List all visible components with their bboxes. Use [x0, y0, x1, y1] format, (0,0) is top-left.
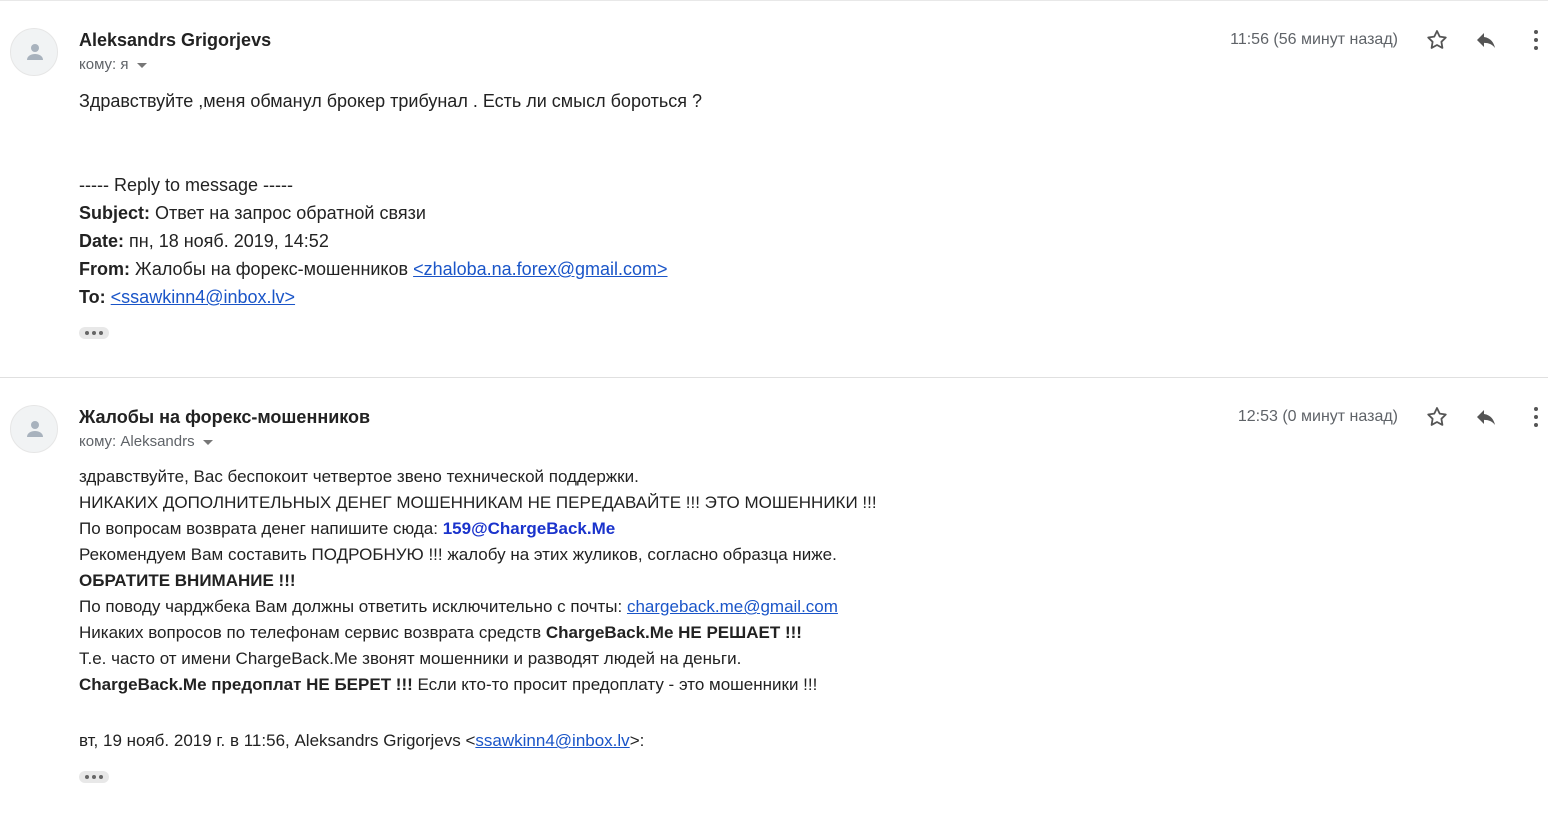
avatar[interactable]: [10, 28, 58, 76]
chargeback-gmail-link[interactable]: chargeback.me@gmail.com: [627, 597, 838, 616]
reply-button[interactable]: [1472, 403, 1500, 431]
caret-down-icon: [202, 439, 213, 445]
ellipsis-icon: [85, 331, 89, 335]
more-options-button[interactable]: [1522, 26, 1550, 54]
date-line: Date: пн, 18 нояб. 2019, 14:52: [79, 231, 329, 251]
sender-name: Жалобы на форекс-мошенников: [79, 407, 371, 427]
more-options-button[interactable]: [1522, 403, 1550, 431]
show-trimmed-content-button[interactable]: [79, 771, 109, 783]
reply-button[interactable]: [1472, 26, 1500, 54]
message-2: Жалобы на форекс-мошенников кому: Aleksa…: [0, 377, 1548, 814]
to-line: To: <ssawkinn4@inbox.lv>: [79, 287, 296, 307]
message-body: здравствуйте, Вас беспокоит четвертое зв…: [79, 464, 877, 698]
chargeback-email[interactable]: 159@ChargeBack.Me: [443, 519, 616, 538]
body-line: По вопросам возврата денег напишите сюда…: [79, 519, 616, 538]
star-button[interactable]: [1423, 26, 1451, 54]
recipient-label: кому: Aleksandrs: [79, 433, 195, 450]
more-vert-icon: [1534, 407, 1538, 427]
star-icon: [1427, 407, 1447, 426]
reply-header: ----- Reply to message -----: [79, 175, 294, 195]
reply-icon: [1477, 33, 1495, 48]
message-1: Aleksandrs Grigorjevs кому: я 11:56 (56 …: [0, 0, 1548, 378]
timestamp: 12:53 (0 минут назад): [1237, 408, 1398, 425]
recipient-label: кому: я: [79, 56, 129, 73]
quote-email-link[interactable]: ssawkinn4@inbox.lv: [475, 731, 629, 750]
subject-line: Subject: Ответ на запрос обратной связи: [79, 203, 426, 223]
show-trimmed-content-button[interactable]: [79, 327, 109, 339]
timestamp: 11:56 (56 минут назад): [1230, 31, 1398, 48]
star-icon: [1427, 30, 1447, 49]
from-line: From: Жалобы на форекс-мошенников <zhalo…: [79, 259, 668, 279]
greeting-text: Здравствуйте ,меня обманул брокер трибун…: [79, 91, 702, 111]
ellipsis-icon: [85, 775, 89, 779]
caret-down-icon: [136, 62, 147, 68]
quoted-header: ----- Reply to message ----- Subject: От…: [79, 171, 668, 311]
reply-icon: [1477, 410, 1495, 425]
avatar[interactable]: [10, 405, 58, 453]
body-line: здравствуйте, Вас беспокоит четвертое зв…: [79, 467, 639, 486]
to-email-link[interactable]: <ssawkinn4@inbox.lv>: [111, 287, 295, 307]
body-line: НИКАКИХ ДОПОЛНИТЕЛЬНЫХ ДЕНЕГ МОШЕННИКАМ …: [79, 493, 877, 512]
body-line: ChargeBack.Me предоплат НЕ БЕРЕТ !!! Есл…: [79, 675, 818, 694]
quote-attribution: вт, 19 нояб. 2019 г. в 11:56, Aleksandrs…: [79, 731, 645, 750]
body-line: ОБРАТИТЕ ВНИМАНИЕ !!!: [79, 571, 296, 590]
recipient-dropdown[interactable]: кому: я: [79, 56, 147, 73]
body-line: Рекомендуем Вам составить ПОДРОБНУЮ !!! …: [79, 545, 837, 564]
recipient-dropdown[interactable]: кому: Aleksandrs: [79, 433, 213, 450]
more-vert-icon: [1534, 30, 1538, 50]
sender-name: Aleksandrs Grigorjevs: [79, 30, 272, 50]
from-email-link[interactable]: <zhaloba.na.forex@gmail.com>: [413, 259, 667, 279]
star-button[interactable]: [1423, 403, 1451, 431]
avatar-icon: [27, 44, 43, 60]
body-line: Никаких вопросов по телефонам сервис воз…: [79, 623, 802, 642]
body-line: Т.е. часто от имени ChargeBack.Me звонят…: [79, 649, 742, 668]
avatar-icon: [27, 421, 43, 437]
message-body: Здравствуйте ,меня обманул брокер трибун…: [79, 87, 702, 115]
body-line: По поводу чарджбека Вам должны ответить …: [79, 597, 838, 616]
